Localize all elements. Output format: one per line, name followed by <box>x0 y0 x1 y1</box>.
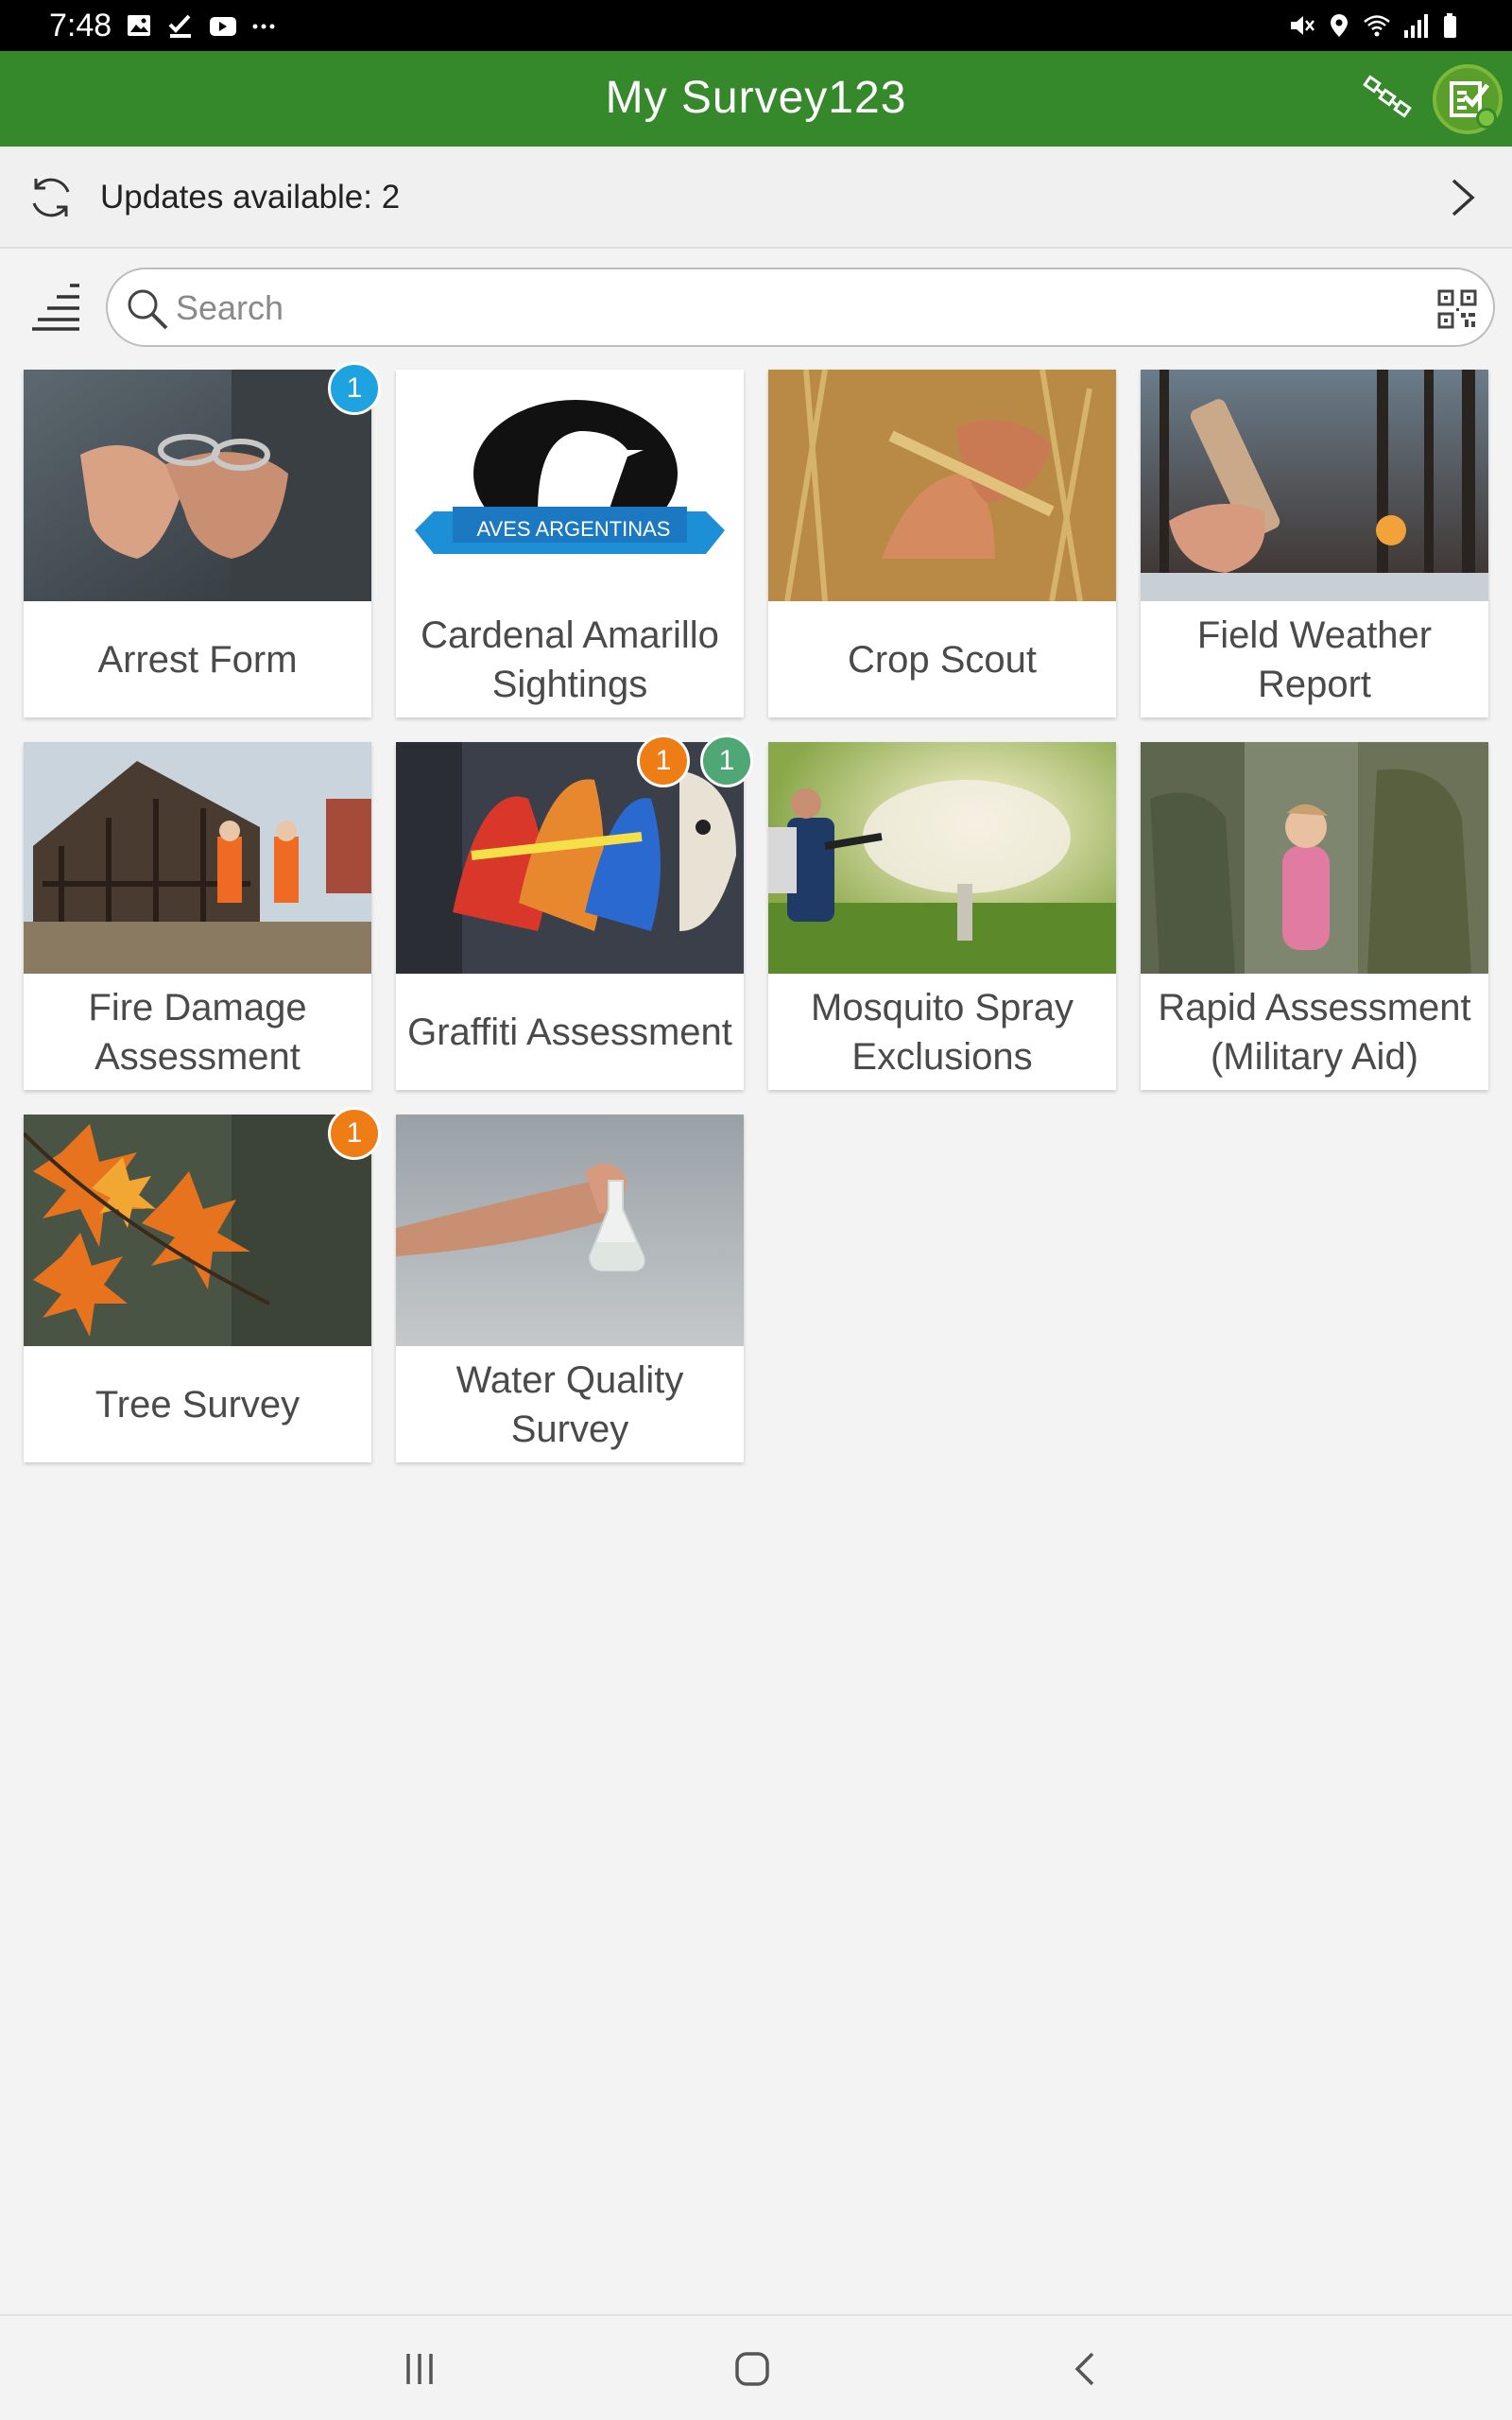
more-icon <box>252 24 275 29</box>
survey-title: Graffiti Assessment <box>407 1011 732 1053</box>
survey-thumbnail <box>396 742 744 974</box>
survey-card-rapid-assessment[interactable]: Rapid Assessment (Military Aid) <box>1141 742 1488 1090</box>
survey-title: Fire Damage Assessment <box>88 986 307 1078</box>
search-input[interactable] <box>176 283 1404 334</box>
survey-card-water-quality-survey[interactable]: Water Quality Survey <box>396 1115 744 1462</box>
survey-title: Arrest Form <box>97 638 298 681</box>
survey-card-crop-scout[interactable]: Crop Scout <box>768 370 1116 717</box>
survey-badge: 1 <box>700 735 753 787</box>
survey-title: Cardenal Amarillo Sightings <box>421 614 719 705</box>
status-bar: 7:48 <box>0 0 1512 51</box>
back-icon[interactable] <box>1070 2348 1100 2390</box>
survey-badge: 1 <box>328 362 381 415</box>
survey-card-mosquito-spray-exclusions[interactable]: Mosquito Spray Exclusions <box>768 742 1116 1090</box>
survey-title: Water Quality Survey <box>455 1358 684 1450</box>
status-time: 7:48 <box>49 8 112 43</box>
task-icon <box>168 14 191 38</box>
survey-card-graffiti-assessment[interactable]: Graffiti Assessment <box>396 742 744 1090</box>
search-icon <box>128 289 168 330</box>
survey-card-arrest-form[interactable]: Arrest Form <box>24 370 371 717</box>
mute-icon <box>1291 16 1314 35</box>
survey-title: Crop Scout <box>847 638 1038 681</box>
location-icon <box>1331 14 1348 37</box>
survey-card-field-weather-report[interactable]: Field Weather Report <box>1141 370 1488 717</box>
survey-thumbnail <box>768 370 1116 601</box>
survey-badge: 1 <box>637 735 690 787</box>
survey-thumbnail <box>24 742 371 974</box>
satellite-icon[interactable] <box>1361 70 1418 127</box>
signal-icon <box>1404 14 1428 38</box>
updates-bar[interactable]: Updates available: 2 <box>0 147 1512 249</box>
survey-badge: 1 <box>328 1107 381 1160</box>
app-header: My Survey123 <box>0 51 1512 147</box>
survey-card-tree-survey[interactable]: Tree Survey <box>24 1115 371 1462</box>
survey-thumbnail <box>1141 742 1488 974</box>
recent-apps-icon[interactable] <box>401 2350 438 2388</box>
survey-title: Field Weather Report <box>1196 614 1433 705</box>
survey-card-fire-damage-assessment[interactable]: Fire Damage Assessment <box>24 742 371 1090</box>
qr-code-icon[interactable] <box>1436 288 1478 330</box>
battery-icon <box>1444 13 1456 38</box>
home-icon[interactable] <box>731 2348 773 2390</box>
survey-thumbnail <box>396 1115 744 1346</box>
survey-thumbnail <box>24 1115 371 1346</box>
sync-icon <box>32 178 70 217</box>
search-box <box>106 268 1495 347</box>
image-icon <box>128 15 150 36</box>
updates-label: Updates available: 2 <box>100 179 401 216</box>
survey-thumbnail <box>768 742 1116 974</box>
online-status-dot <box>1476 108 1497 129</box>
survey-thumbnail <box>24 370 371 601</box>
survey-title: Tree Survey <box>94 1383 301 1426</box>
survey-thumbnail <box>1141 370 1488 601</box>
system-nav-bar <box>0 2314 1512 2420</box>
page-title: My Survey123 <box>605 73 907 123</box>
status-left-icons <box>125 11 278 40</box>
survey-card-cardenal-amarillo[interactable]: AVES ARGENTINAS Cardenal Amarillo Sighti… <box>396 370 744 717</box>
menu-icon[interactable] <box>28 282 85 333</box>
chevron-right-icon <box>1452 179 1475 216</box>
survey-title: Mosquito Spray Exclusions <box>811 986 1074 1078</box>
wifi-icon <box>1364 15 1390 37</box>
survey-thumbnail: AVES ARGENTINAS <box>396 370 744 601</box>
logo-text: AVES ARGENTINAS <box>477 517 671 541</box>
youtube-icon <box>210 17 236 36</box>
status-right-icons <box>1287 11 1467 40</box>
survey-title: Rapid Assessment (Military Aid) <box>1158 986 1471 1078</box>
